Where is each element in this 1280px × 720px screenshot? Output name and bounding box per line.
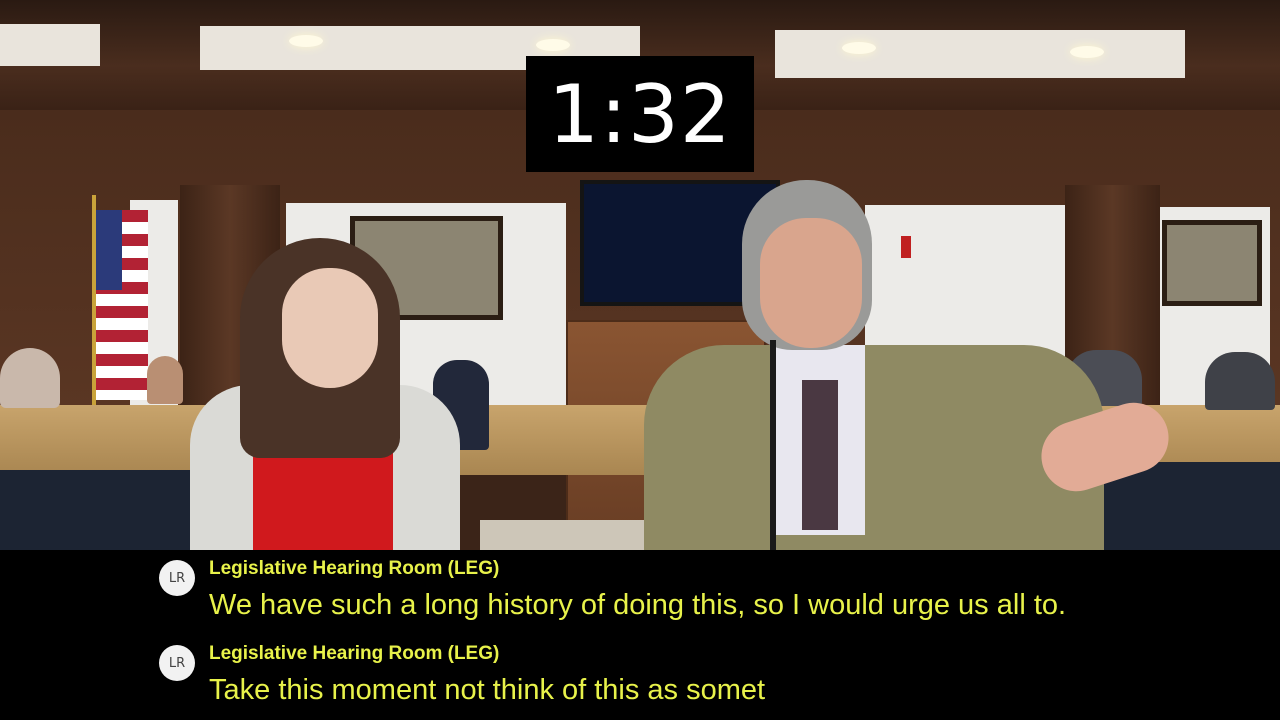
flag-canton bbox=[96, 210, 122, 290]
attendee bbox=[1205, 352, 1275, 410]
ceiling-panel bbox=[775, 30, 1185, 78]
witness-woman-face bbox=[282, 268, 378, 388]
speaker-avatar: LR bbox=[159, 645, 195, 681]
live-captions-panel: LR Legislative Hearing Room (LEG) We hav… bbox=[0, 550, 1280, 720]
witness-man-tie bbox=[802, 380, 838, 530]
framed-map bbox=[1162, 220, 1262, 306]
attendee bbox=[0, 348, 60, 408]
fire-alarm bbox=[901, 236, 911, 258]
caption-text: We have such a long history of doing thi… bbox=[209, 589, 1067, 621]
ceiling-light bbox=[289, 35, 323, 47]
speaker-avatar: LR bbox=[159, 560, 195, 596]
ceiling-light bbox=[1070, 46, 1104, 58]
bench-front bbox=[0, 470, 195, 550]
caption-entry: LR Legislative Hearing Room (LEG) Take t… bbox=[0, 635, 1280, 715]
witness-man-face bbox=[760, 218, 862, 348]
speaker-name: Legislative Hearing Room (LEG) bbox=[209, 558, 500, 579]
caption-entry: LR Legislative Hearing Room (LEG) We hav… bbox=[0, 550, 1280, 630]
countdown-timer: 1:32 bbox=[526, 56, 754, 172]
caption-text: Take this moment not think of this as so… bbox=[209, 674, 766, 706]
ceiling-light bbox=[842, 42, 876, 54]
attendee bbox=[147, 356, 183, 404]
witness-man-jacket bbox=[644, 345, 1104, 550]
microphone bbox=[770, 340, 776, 550]
ceiling-light bbox=[536, 39, 570, 51]
ceiling-panel bbox=[0, 24, 100, 66]
speaker-name: Legislative Hearing Room (LEG) bbox=[209, 643, 500, 664]
